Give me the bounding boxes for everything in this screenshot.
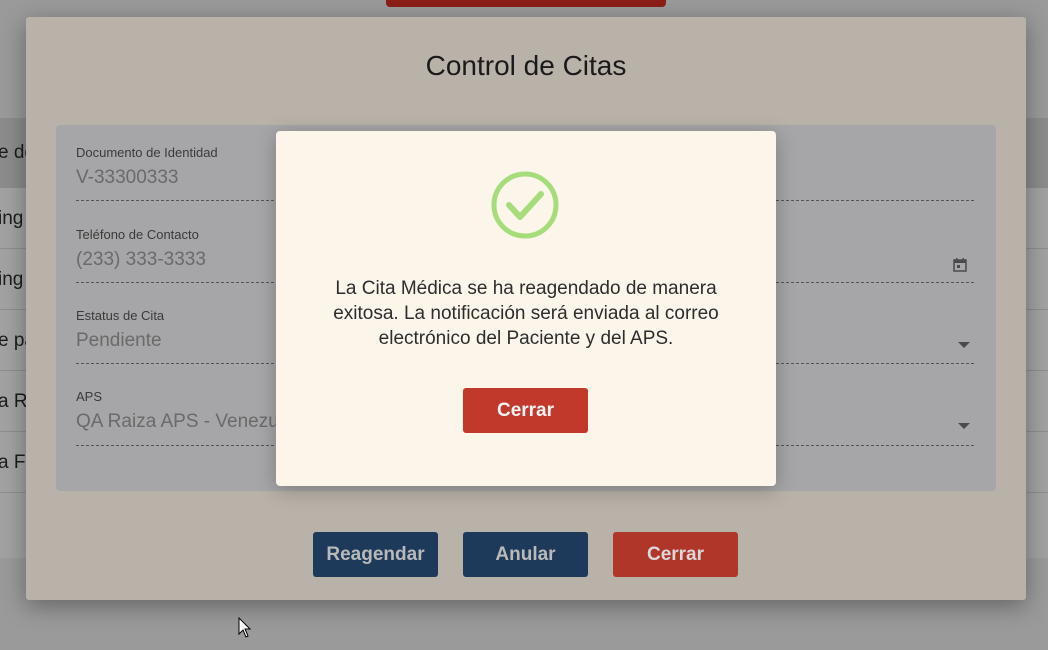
cerrar-modal-button[interactable]: Cerrar — [613, 532, 738, 577]
chevron-down-icon[interactable] — [958, 423, 970, 429]
success-message: La Cita Médica se ha reagendado de maner… — [333, 278, 719, 349]
top-bar — [386, 0, 666, 7]
success-dialog: La Cita Médica se ha reagendado de maner… — [276, 131, 776, 486]
anular-button[interactable]: Anular — [463, 532, 588, 577]
check-circle-icon — [491, 171, 559, 239]
calendar-icon[interactable] — [953, 258, 967, 272]
mouse-cursor-icon — [238, 617, 252, 638]
reagendar-button[interactable]: Reagendar — [313, 532, 438, 577]
chevron-down-icon[interactable] — [958, 342, 970, 348]
dialog-cerrar-button[interactable]: Cerrar — [463, 388, 588, 433]
modal-title: Control de Citas — [425, 50, 627, 81]
